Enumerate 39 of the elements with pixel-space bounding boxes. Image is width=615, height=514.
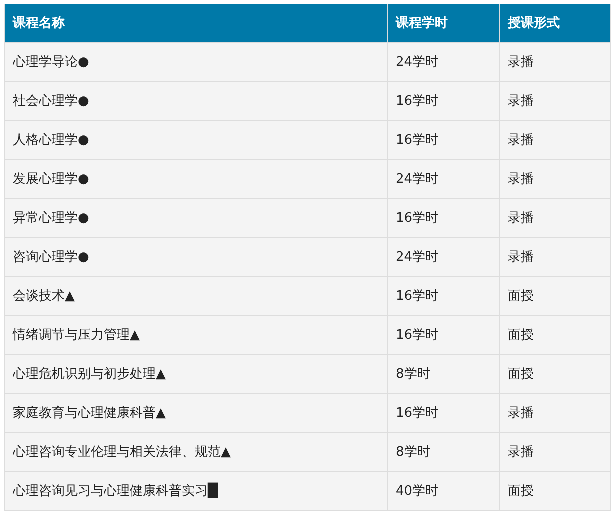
table-cell: 录播 <box>500 159 610 198</box>
table-cell: 录播 <box>500 237 610 276</box>
column-header: 课程学时 <box>388 4 500 42</box>
table-cell: 24学时 <box>388 159 500 198</box>
table-cell: 8学时 <box>388 354 500 393</box>
column-header: 课程名称 <box>4 4 388 42</box>
table-cell: 录播 <box>500 81 610 120</box>
table-cell: 面授 <box>500 471 610 510</box>
table-cell: 心理咨询见习与心理健康科普实习█ <box>4 471 388 510</box>
table-cell: 录播 <box>500 42 610 81</box>
table-cell: 情绪调节与压力管理▲ <box>4 315 388 354</box>
table-cell: 咨询心理学● <box>4 237 388 276</box>
table-cell: 录播 <box>500 120 610 159</box>
table-cell: 心理学导论● <box>4 42 388 81</box>
table-cell: 16学时 <box>388 81 500 120</box>
table-cell: 录播 <box>500 432 610 471</box>
table-cell: 24学时 <box>388 237 500 276</box>
table-cell: 40学时 <box>388 471 500 510</box>
table-cell: 16学时 <box>388 276 500 315</box>
table-cell: 16学时 <box>388 198 500 237</box>
table-cell: 异常心理学● <box>4 198 388 237</box>
table-cell: 16学时 <box>388 120 500 159</box>
table-cell: 会谈技术▲ <box>4 276 388 315</box>
table-cell: 16学时 <box>388 393 500 432</box>
table-cell: 16学时 <box>388 315 500 354</box>
table-cell: 心理危机识别与初步处理▲ <box>4 354 388 393</box>
table-cell: 发展心理学● <box>4 159 388 198</box>
table-cell: 人格心理学● <box>4 120 388 159</box>
table-cell: 8学时 <box>388 432 500 471</box>
table-cell: 录播 <box>500 198 610 237</box>
column-header: 授课形式 <box>500 4 610 42</box>
table-cell: 面授 <box>500 354 610 393</box>
table-cell: 心理咨询专业伦理与相关法律、规范▲ <box>4 432 388 471</box>
table-cell: 24学时 <box>388 42 500 81</box>
table-cell: 家庭教育与心理健康科普▲ <box>4 393 388 432</box>
table-cell: 录播 <box>500 393 610 432</box>
table-cell: 社会心理学● <box>4 81 388 120</box>
table-cell: 面授 <box>500 276 610 315</box>
table-cell: 面授 <box>500 315 610 354</box>
